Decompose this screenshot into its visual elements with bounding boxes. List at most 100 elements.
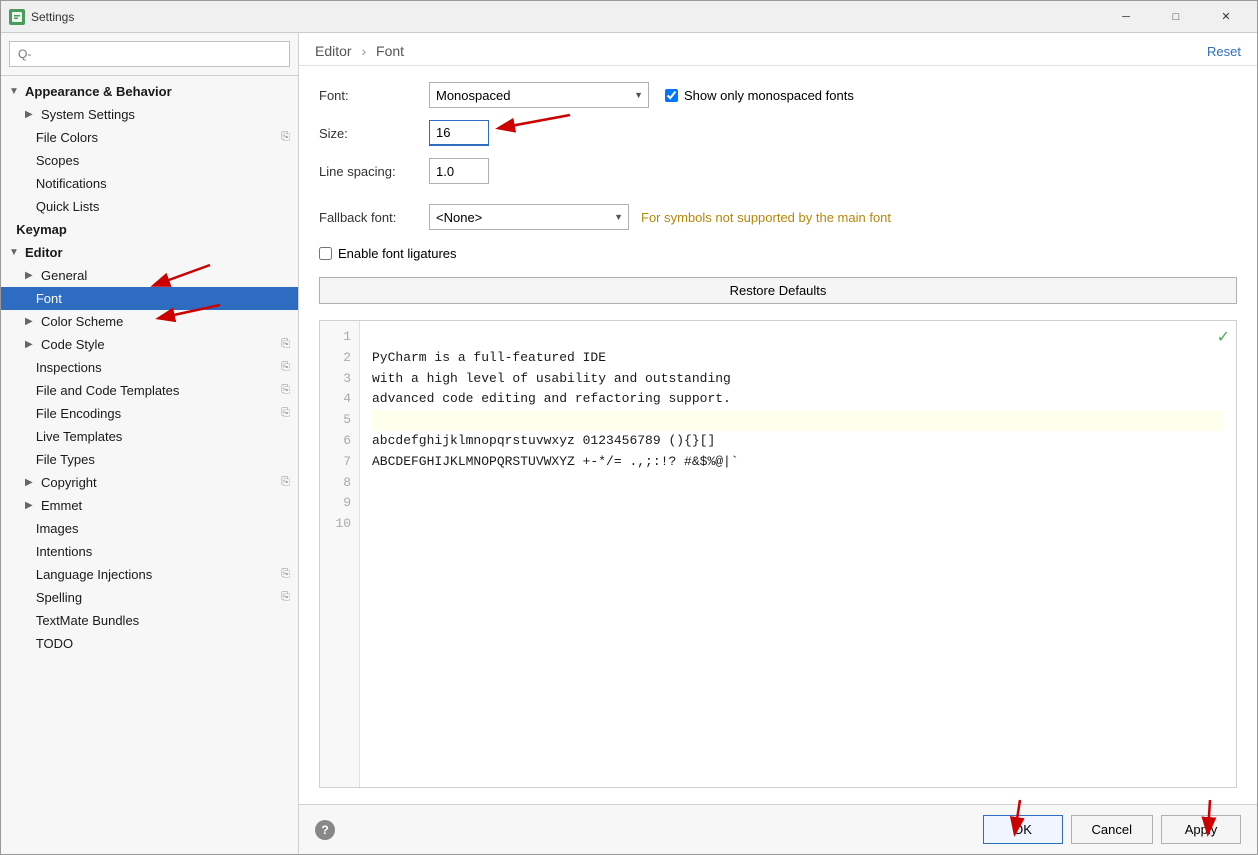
- copy-icon: ⎘: [281, 568, 290, 581]
- sidebar-item-code-style[interactable]: ▶ Code Style ⎘: [1, 333, 298, 356]
- sidebar-item-general[interactable]: ▶ General: [1, 264, 298, 287]
- fallback-font-label: Fallback font:: [319, 210, 429, 225]
- sidebar-item-inspections[interactable]: Inspections ⎘: [1, 356, 298, 379]
- close-button[interactable]: ✕: [1203, 1, 1249, 33]
- expand-arrow: ▶: [25, 316, 37, 328]
- search-input[interactable]: [9, 41, 290, 67]
- sidebar-item-live-templates[interactable]: Live Templates: [1, 425, 298, 448]
- window-controls: ─ □ ✕: [1103, 1, 1249, 33]
- font-select[interactable]: Monospaced Arial Consolas Courier New De…: [429, 82, 649, 108]
- monospaced-checkbox-row: Show only monospaced fonts: [665, 88, 854, 103]
- preview-area: 1 2 3 4 5 6 7 8 9 10 PyCharm is a full-f…: [319, 320, 1237, 788]
- sidebar-item-color-scheme[interactable]: ▶ Color Scheme: [1, 310, 298, 333]
- sidebar-item-scopes[interactable]: Scopes: [1, 149, 298, 172]
- breadcrumb: Editor › Font: [315, 43, 404, 59]
- line-spacing-row: Line spacing:: [319, 158, 1237, 184]
- sidebar-item-spelling[interactable]: Spelling ⎘: [1, 586, 298, 609]
- line-spacing-label: Line spacing:: [319, 164, 429, 179]
- expand-arrow: ▼: [9, 247, 21, 259]
- sidebar-item-textmate-bundles[interactable]: TextMate Bundles: [1, 609, 298, 632]
- preview-line-2: with a high level of usability and outst…: [372, 371, 731, 386]
- font-select-wrapper: Monospaced Arial Consolas Courier New De…: [429, 82, 649, 108]
- expand-arrow: ▶: [25, 500, 37, 512]
- line-num-7: 7: [328, 452, 351, 473]
- line-num-3: 3: [328, 369, 351, 390]
- preview-line-5: abcdefghijklmnopqrstuvwxyz 0123456789 ()…: [372, 433, 715, 448]
- sidebar-item-keymap[interactable]: Keymap: [1, 218, 298, 241]
- line-num-9: 9: [328, 493, 351, 514]
- sidebar-item-quick-lists[interactable]: Quick Lists: [1, 195, 298, 218]
- help-button[interactable]: ?: [315, 820, 335, 840]
- breadcrumb-separator: ›: [361, 43, 366, 59]
- sidebar-item-file-colors[interactable]: File Colors ⎘: [1, 126, 298, 149]
- preview-line-1: PyCharm is a full-featured IDE: [372, 350, 606, 365]
- preview-line-3: advanced code editing and refactoring su…: [372, 391, 731, 406]
- sidebar-item-appearance-behavior[interactable]: ▼ Appearance & Behavior: [1, 80, 298, 103]
- expand-arrow: ▶: [25, 339, 37, 351]
- app-icon: [9, 9, 25, 25]
- settings-window: Settings ─ □ ✕ ▼ Appearance & Behavior ▶…: [0, 0, 1258, 855]
- line-num-6: 6: [328, 431, 351, 452]
- sidebar-item-editor[interactable]: ▼ Editor: [1, 241, 298, 264]
- maximize-button[interactable]: □: [1153, 1, 1199, 33]
- cancel-button[interactable]: Cancel: [1071, 815, 1153, 844]
- sidebar-item-copyright[interactable]: ▶ Copyright ⎘: [1, 471, 298, 494]
- sidebar-item-file-and-code-templates[interactable]: File and Code Templates ⎘: [1, 379, 298, 402]
- fallback-font-select[interactable]: <None> Arial Consolas: [429, 204, 629, 230]
- show-monospaced-label: Show only monospaced fonts: [684, 88, 854, 103]
- copy-icon: ⎘: [281, 361, 290, 374]
- fallback-hint: For symbols not supported by the main fo…: [641, 210, 891, 225]
- expand-arrow: ▶: [25, 477, 37, 489]
- ligatures-label: Enable font ligatures: [338, 246, 457, 261]
- check-icon: ✓: [1217, 327, 1230, 347]
- expand-arrow: ▶: [25, 109, 37, 121]
- line-num-1: 1: [328, 327, 351, 348]
- preview-line-6: ABCDEFGHIJKLMNOPQRSTUVWXYZ +-*/= .,;:!? …: [372, 454, 739, 469]
- window-title: Settings: [31, 10, 74, 24]
- ligatures-checkbox[interactable]: [319, 247, 332, 260]
- expand-arrow: ▶: [25, 270, 37, 282]
- sidebar-item-font[interactable]: Font: [1, 287, 298, 310]
- sidebar-item-file-types[interactable]: File Types: [1, 448, 298, 471]
- sidebar-item-todo[interactable]: TODO: [1, 632, 298, 655]
- sidebar-item-language-injections[interactable]: Language Injections ⎘: [1, 563, 298, 586]
- line-num-10: 10: [328, 514, 351, 535]
- sidebar-item-intentions[interactable]: Intentions: [1, 540, 298, 563]
- sidebar-item-file-encodings[interactable]: File Encodings ⎘: [1, 402, 298, 425]
- sidebar-item-system-settings[interactable]: ▶ System Settings: [1, 103, 298, 126]
- copy-icon: ⎘: [281, 384, 290, 397]
- copy-icon: ⎘: [281, 476, 290, 489]
- panel-content: Font: Monospaced Arial Consolas Courier …: [299, 66, 1257, 804]
- sidebar-item-emmet[interactable]: ▶ Emmet: [1, 494, 298, 517]
- show-monospaced-checkbox[interactable]: [665, 89, 678, 102]
- line-spacing-input[interactable]: [429, 158, 489, 184]
- copy-icon: ⎘: [281, 338, 290, 351]
- fallback-font-select-wrapper: <None> Arial Consolas: [429, 204, 629, 230]
- search-box: [1, 33, 298, 76]
- preview-code: PyCharm is a full-featured IDE with a hi…: [360, 321, 1236, 787]
- title-bar: Settings ─ □ ✕: [1, 1, 1257, 33]
- line-num-8: 8: [328, 473, 351, 494]
- copy-icon: ⎘: [281, 407, 290, 420]
- font-label: Font:: [319, 88, 429, 103]
- font-row: Font: Monospaced Arial Consolas Courier …: [319, 82, 1237, 108]
- reset-link[interactable]: Reset: [1207, 44, 1241, 59]
- size-label: Size:: [319, 126, 429, 141]
- sidebar: ▼ Appearance & Behavior ▶ System Setting…: [1, 33, 299, 854]
- sidebar-item-notifications[interactable]: Notifications: [1, 172, 298, 195]
- breadcrumb-current: Font: [376, 43, 404, 59]
- sidebar-tree: ▼ Appearance & Behavior ▶ System Setting…: [1, 76, 298, 854]
- ok-button[interactable]: OK: [983, 815, 1063, 844]
- sidebar-item-images[interactable]: Images: [1, 517, 298, 540]
- expand-arrow: ▼: [9, 86, 21, 98]
- apply-button[interactable]: Apply: [1161, 815, 1241, 844]
- size-row: Size:: [319, 120, 1237, 146]
- content-area: ▼ Appearance & Behavior ▶ System Setting…: [1, 33, 1257, 854]
- minimize-button[interactable]: ─: [1103, 1, 1149, 33]
- fallback-font-row: Fallback font: <None> Arial Consolas For…: [319, 204, 1237, 230]
- restore-defaults-button[interactable]: Restore Defaults: [319, 277, 1237, 304]
- line-num-2: 2: [328, 348, 351, 369]
- bottom-bar: ? OK Cancel Apply: [299, 804, 1257, 854]
- size-input[interactable]: [429, 120, 489, 146]
- line-num-4: 4: [328, 389, 351, 410]
